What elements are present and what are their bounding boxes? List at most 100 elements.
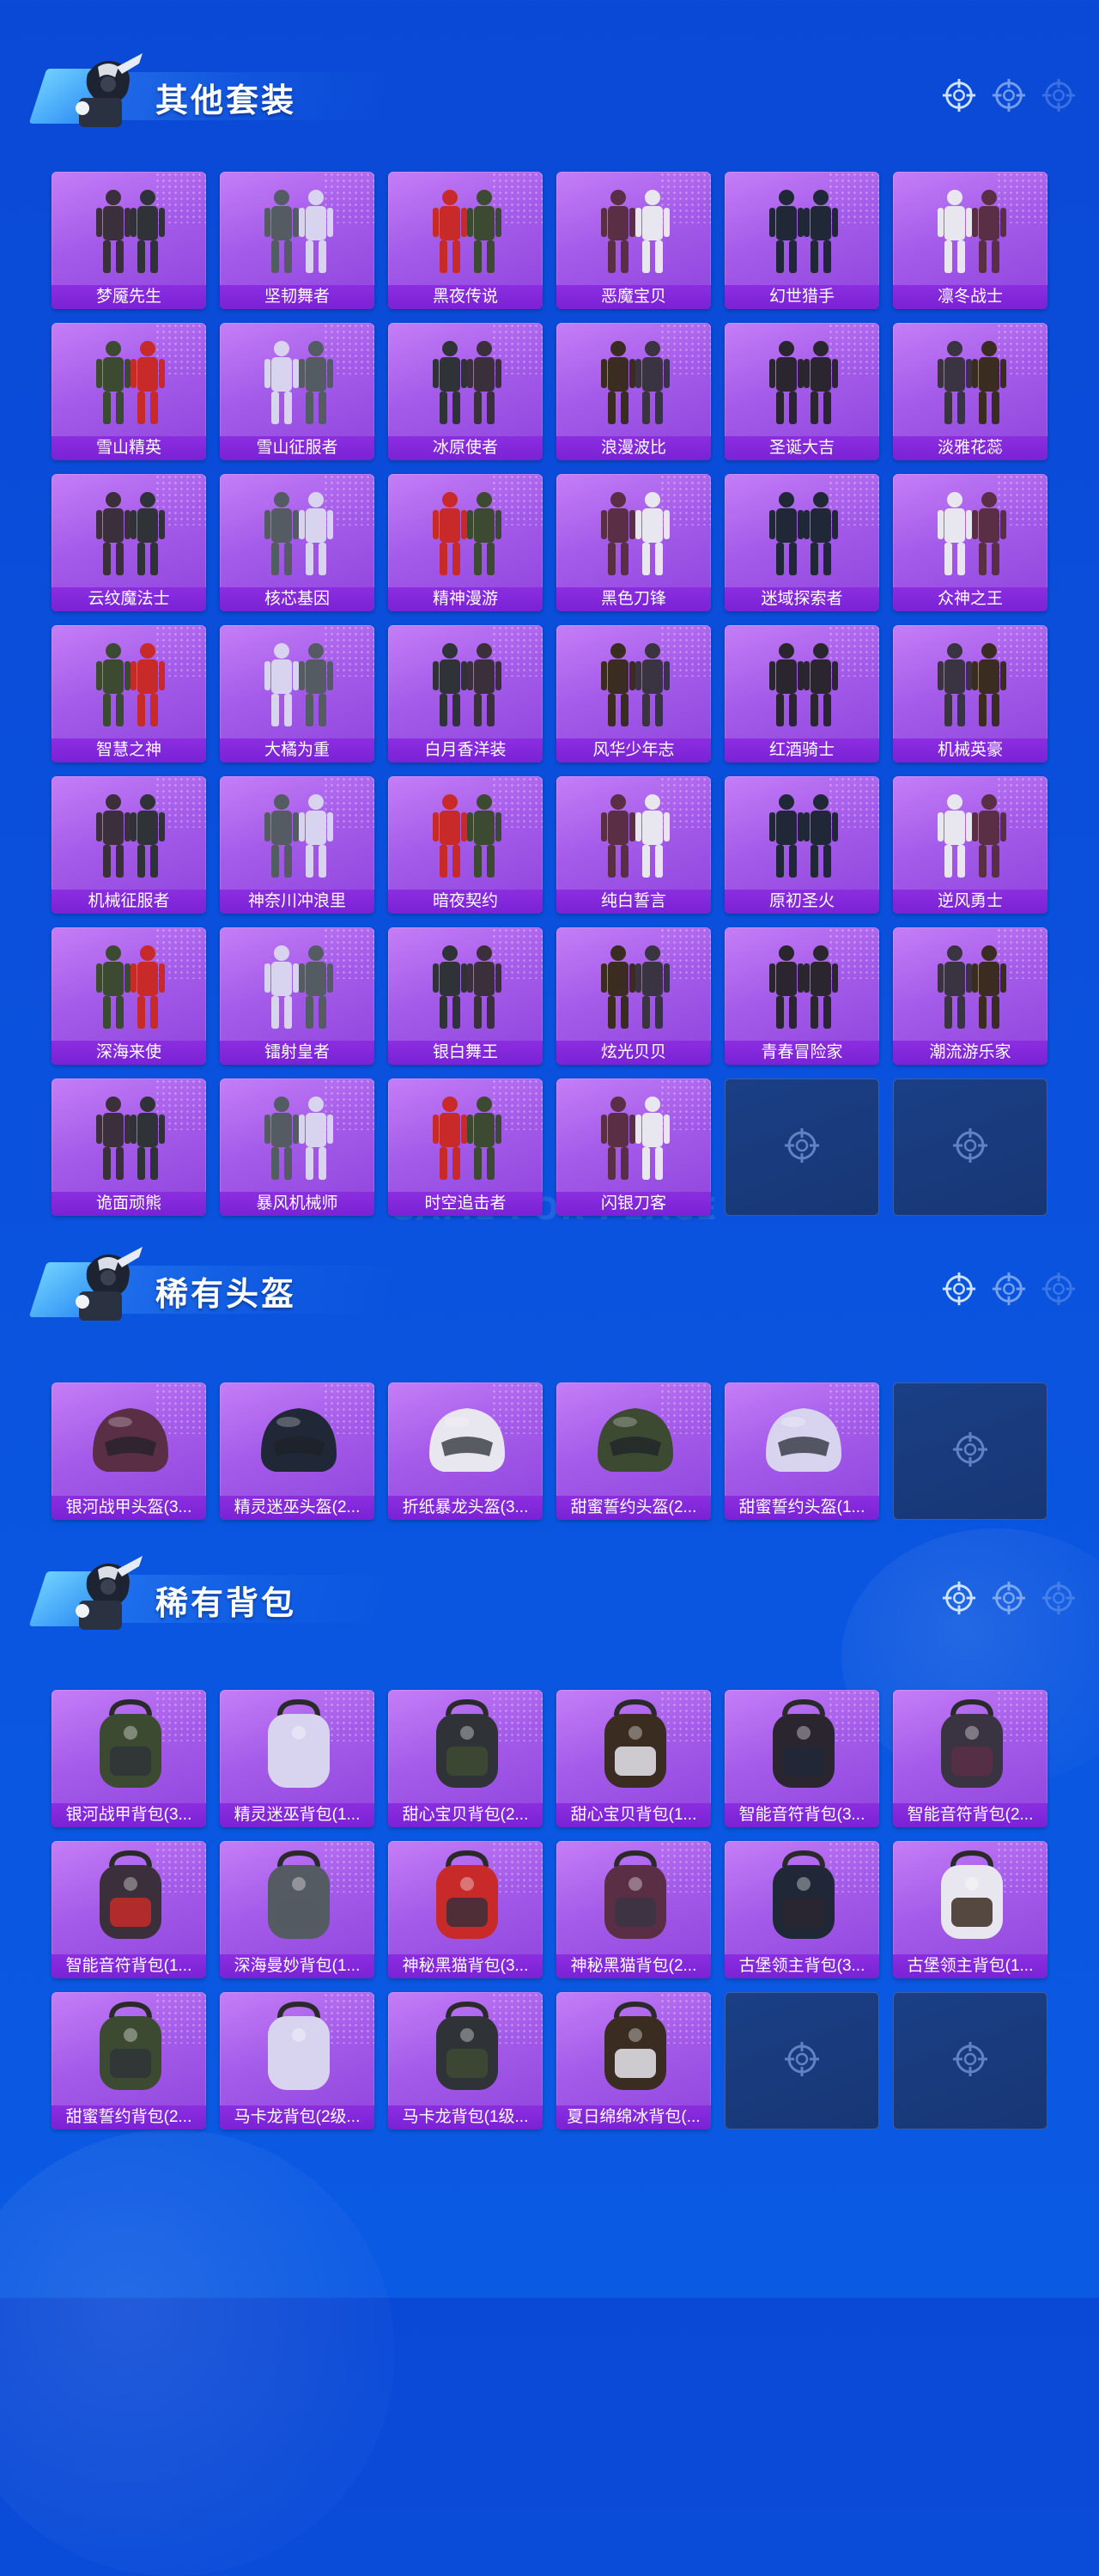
item-card[interactable]: 智能音符背包(1... <box>52 1841 206 1978</box>
item-card[interactable]: 甜心宝贝背包(1... <box>556 1690 711 1827</box>
item-card[interactable]: 古堡领主背包(3... <box>725 1841 879 1978</box>
item-card[interactable]: 马卡龙背包(1级... <box>388 1992 543 2129</box>
item-card[interactable]: 夏日绵绵冰背包(... <box>556 1992 711 2129</box>
item-card[interactable]: 时空追击者 <box>388 1078 543 1216</box>
item-card[interactable]: 智能音符背包(2... <box>893 1690 1047 1827</box>
item-label: 神奈川冲浪里 <box>220 890 374 914</box>
item-card[interactable]: 机械征服者 <box>52 776 206 914</box>
item-card[interactable]: 黑色刀锋 <box>556 474 711 611</box>
item-card[interactable]: 马卡龙背包(2级... <box>220 1992 374 2129</box>
item-card[interactable]: 众神之王 <box>893 474 1047 611</box>
item-label: 诡面顽熊 <box>52 1192 206 1216</box>
item-card[interactable]: 诡面顽熊 <box>52 1078 206 1216</box>
item-label: 甜心宝贝背包(1... <box>556 1803 711 1827</box>
item-label: 淡雅花蕊 <box>893 436 1047 460</box>
crosshair-markers <box>941 1580 1077 1618</box>
item-label: 冰原使者 <box>388 436 543 460</box>
item-label: 雪山征服者 <box>220 436 374 460</box>
item-image <box>52 1690 206 1801</box>
section-rare-helmets: 稀有头盔 银河战甲头盔(3... 精灵迷巫头盔(2... 折纸暴龙头盔(3... 甜蜜… <box>0 1236 1099 1528</box>
item-card[interactable]: 雪山征服者 <box>220 323 374 460</box>
item-card[interactable]: 白月香洋装 <box>388 625 543 762</box>
item-card[interactable]: 甜蜜誓约头盔(1... <box>725 1382 879 1520</box>
item-card[interactable]: 梦魇先生 <box>52 172 206 309</box>
section-header: 稀有背包 <box>22 1546 1077 1640</box>
item-card[interactable]: 镭射皇者 <box>220 927 374 1065</box>
item-label: 古堡领主背包(1... <box>893 1954 1047 1978</box>
item-card[interactable]: 风华少年志 <box>556 625 711 762</box>
item-card[interactable]: 精灵迷巫头盔(2... <box>220 1382 374 1520</box>
item-card[interactable]: 暗夜契约 <box>388 776 543 914</box>
item-card[interactable]: 神秘黑猫背包(3... <box>388 1841 543 1978</box>
item-card[interactable]: 银河战甲头盔(3... <box>52 1382 206 1520</box>
item-image <box>220 1992 374 2104</box>
item-image <box>556 172 711 283</box>
soldier-mascot-icon <box>53 1551 156 1637</box>
item-label: 智慧之神 <box>52 738 206 762</box>
item-card[interactable]: 甜蜜誓约头盔(2... <box>556 1382 711 1520</box>
item-image <box>556 1690 711 1801</box>
item-card[interactable]: 黑夜传说 <box>388 172 543 309</box>
item-card[interactable]: 幻世猎手 <box>725 172 879 309</box>
item-card[interactable]: 银白舞王 <box>388 927 543 1065</box>
item-label: 甜蜜誓约头盔(1... <box>725 1496 879 1520</box>
item-card[interactable]: 神秘黑猫背包(2... <box>556 1841 711 1978</box>
item-image <box>556 474 711 586</box>
item-card[interactable]: 暴风机械师 <box>220 1078 374 1216</box>
item-label: 雪山精英 <box>52 436 206 460</box>
item-card[interactable]: 青春冒险家 <box>725 927 879 1065</box>
item-card[interactable]: 甜心宝贝背包(2... <box>388 1690 543 1827</box>
item-card[interactable]: 冰原使者 <box>388 323 543 460</box>
item-card[interactable]: 云纹魔法士 <box>52 474 206 611</box>
item-card[interactable]: 炫光贝贝 <box>556 927 711 1065</box>
item-label: 众神之王 <box>893 587 1047 611</box>
crosshair-icon <box>991 77 1027 115</box>
item-label: 纯白誓言 <box>556 890 711 914</box>
item-image <box>725 474 879 586</box>
item-label: 闪银刀客 <box>556 1192 711 1216</box>
item-label: 黑色刀锋 <box>556 587 711 611</box>
item-card[interactable]: 深海曼妙背包(1... <box>220 1841 374 1978</box>
item-card[interactable]: 闪银刀客 <box>556 1078 711 1216</box>
item-card[interactable]: 古堡领主背包(1... <box>893 1841 1047 1978</box>
item-card[interactable]: 迷域探索者 <box>725 474 879 611</box>
item-image <box>893 323 1047 434</box>
item-card[interactable]: 雪山精英 <box>52 323 206 460</box>
item-image <box>220 1382 374 1494</box>
item-card[interactable]: 逆风勇士 <box>893 776 1047 914</box>
item-card[interactable]: 恶魔宝贝 <box>556 172 711 309</box>
crosshair-icon <box>1041 1271 1077 1309</box>
item-card[interactable]: 智能音符背包(3... <box>725 1690 879 1827</box>
item-card[interactable]: 精灵迷巫背包(1... <box>220 1690 374 1827</box>
item-card[interactable]: 智慧之神 <box>52 625 206 762</box>
item-card[interactable]: 甜蜜誓约背包(2... <box>52 1992 206 2129</box>
item-card[interactable]: 原初圣火 <box>725 776 879 914</box>
item-image <box>52 1992 206 2104</box>
item-card[interactable]: 精神漫游 <box>388 474 543 611</box>
item-card[interactable]: 凛冬战士 <box>893 172 1047 309</box>
item-card[interactable]: 浪漫波比 <box>556 323 711 460</box>
item-label: 银河战甲头盔(3... <box>52 1496 206 1520</box>
item-card[interactable]: 圣诞大吉 <box>725 323 879 460</box>
crosshair-icon <box>941 1271 977 1309</box>
item-label: 机械英豪 <box>893 738 1047 762</box>
item-card[interactable]: 潮流游乐家 <box>893 927 1047 1065</box>
item-label: 红酒骑士 <box>725 738 879 762</box>
crosshair-icon <box>1041 1580 1077 1618</box>
item-card[interactable]: 深海来使 <box>52 927 206 1065</box>
item-label: 镭射皇者 <box>220 1041 374 1065</box>
item-card[interactable]: 纯白誓言 <box>556 776 711 914</box>
item-card[interactable]: 折纸暴龙头盔(3... <box>388 1382 543 1520</box>
item-card[interactable]: 机械英豪 <box>893 625 1047 762</box>
item-card[interactable]: 核芯基因 <box>220 474 374 611</box>
crosshair-icon <box>991 1271 1027 1309</box>
item-card[interactable]: 银河战甲背包(3... <box>52 1690 206 1827</box>
item-card[interactable]: 坚韧舞者 <box>220 172 374 309</box>
item-card[interactable]: 大橘为重 <box>220 625 374 762</box>
item-image <box>556 1078 711 1190</box>
item-card[interactable]: 淡雅花蕊 <box>893 323 1047 460</box>
item-image <box>893 927 1047 1039</box>
item-card[interactable]: 红酒骑士 <box>725 625 879 762</box>
item-image <box>556 1992 711 2104</box>
item-card[interactable]: 神奈川冲浪里 <box>220 776 374 914</box>
